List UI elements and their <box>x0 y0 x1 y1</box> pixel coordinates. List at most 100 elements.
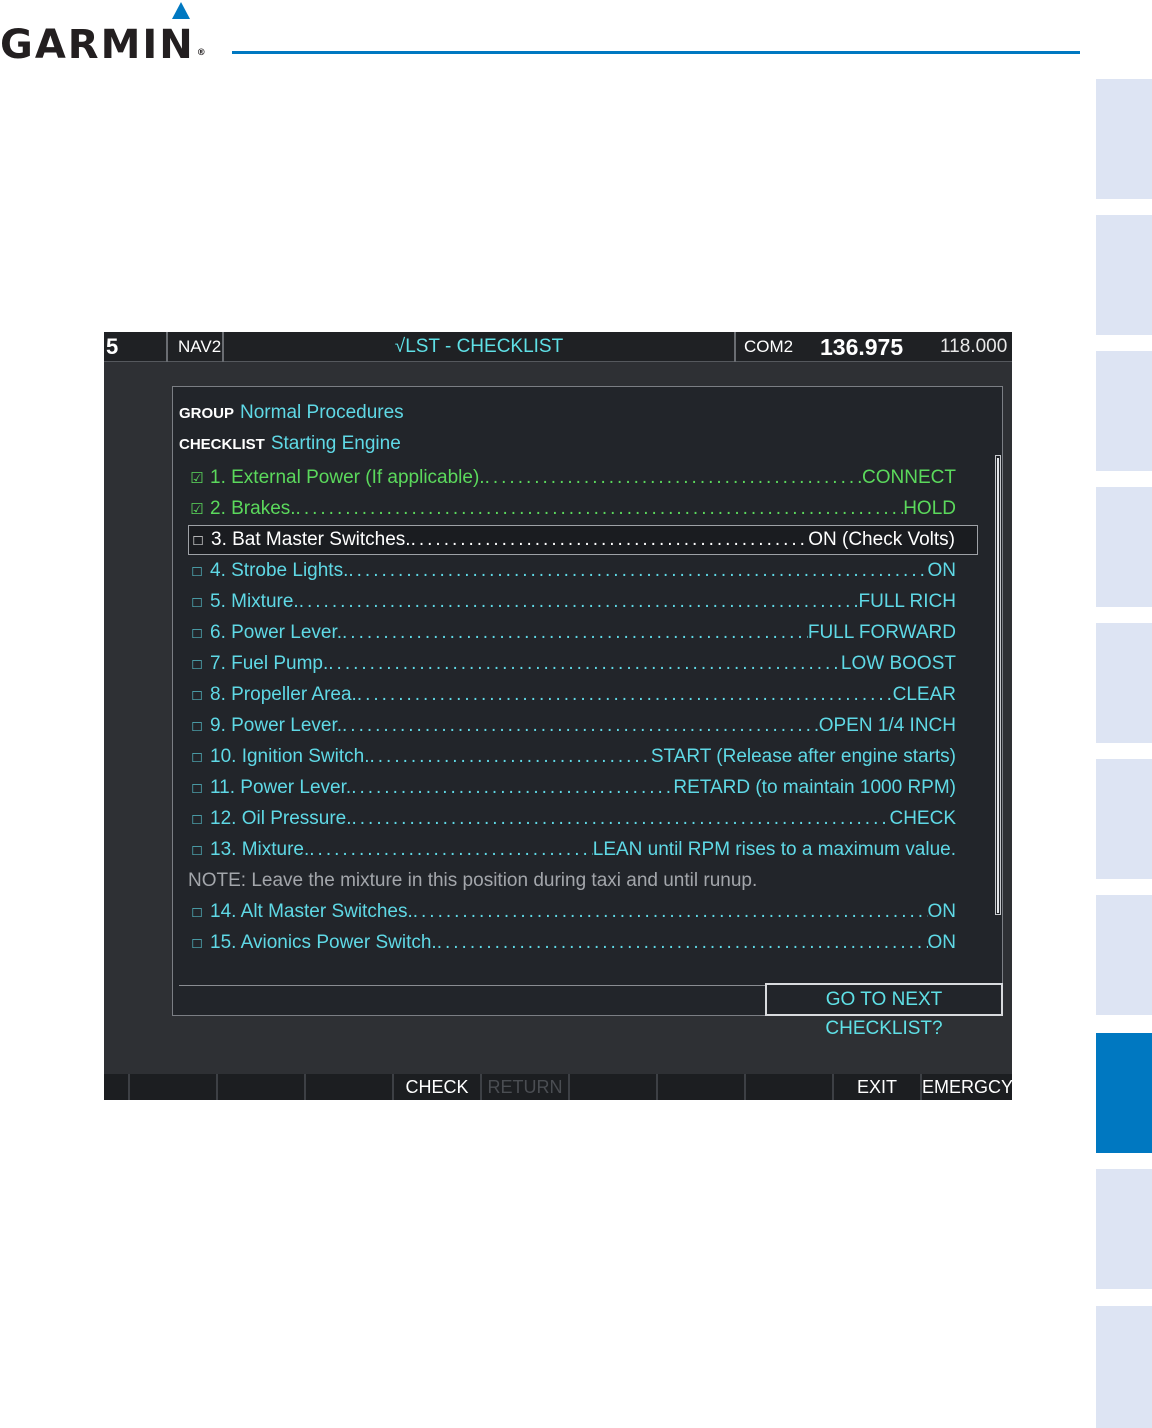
side-tab-2[interactable] <box>1096 215 1152 335</box>
side-tab-9[interactable] <box>1096 1169 1152 1289</box>
checklist-item[interactable]: ☑ 2. Brakes..............................… <box>188 494 978 524</box>
checklist-item-name: 13. Mixture. <box>210 839 310 860</box>
checklist-item-action: CLEAR <box>892 684 956 705</box>
side-tab-6[interactable] <box>1096 759 1152 879</box>
unchecked-box-icon[interactable]: □ <box>188 687 206 704</box>
checklist-item-action: ON (Check Volts) <box>808 529 955 550</box>
unchecked-box-icon[interactable]: □ <box>188 625 206 642</box>
checklist-item[interactable]: □ 10. Ignition Switch....................… <box>188 742 978 772</box>
softkey-8[interactable] <box>656 1074 744 1100</box>
checklist-item-action: FULL FORWARD <box>807 622 956 643</box>
group-row[interactable]: GROUP Normal Procedures <box>179 399 404 427</box>
checklist-value[interactable]: Starting Engine <box>271 433 401 454</box>
com-label: COM2 <box>744 337 794 356</box>
unchecked-box-icon[interactable]: □ <box>188 563 206 580</box>
topbar-divider <box>166 332 168 362</box>
scrollbar-thumb[interactable] <box>997 458 999 913</box>
checklist-item-name: 4. Strobe Lights. <box>210 560 349 581</box>
unchecked-box-icon[interactable]: □ <box>188 594 206 611</box>
checklist-item[interactable]: □ 3. Bat Master Switches.................… <box>188 525 978 555</box>
checked-box-icon[interactable]: ☑ <box>188 500 206 518</box>
checklist-item-name: 3. Bat Master Switches. <box>211 529 411 550</box>
checklist-note: NOTE: Leave the mixture in this position… <box>188 870 758 891</box>
unchecked-box-icon[interactable]: □ <box>188 749 206 766</box>
panel-divider <box>179 985 771 986</box>
unchecked-box-icon[interactable]: □ <box>188 780 206 797</box>
com-active-frequency: 136.975 <box>820 334 904 360</box>
unchecked-box-icon[interactable]: □ <box>188 718 206 735</box>
side-tab-4[interactable] <box>1096 487 1152 607</box>
checklist-item-action: CHECK <box>889 808 956 829</box>
checklist-panel: GROUP Normal Procedures CHECKLIST Starting… <box>172 386 1003 1039</box>
checklist-item-action: CONNECT <box>862 467 956 488</box>
checklist-item-action: RETARD (to maintain 1000 RPM) <box>673 777 956 798</box>
softkey-7[interactable] <box>568 1074 656 1100</box>
checklist-item[interactable]: □ 6. Power Lever.........................… <box>188 618 978 648</box>
leader-dots: ........................................… <box>298 591 859 612</box>
checklist-item[interactable]: □ 9. Power Lever.........................… <box>188 711 978 741</box>
side-tab-8-active[interactable] <box>1096 1033 1152 1153</box>
checklist-item-name: 9. Power Lever. <box>210 715 343 736</box>
side-tab-7[interactable] <box>1096 895 1152 1015</box>
unchecked-box-icon[interactable]: □ <box>188 904 206 921</box>
side-tab-10[interactable] <box>1096 1306 1152 1428</box>
unchecked-box-icon[interactable]: □ <box>188 656 206 673</box>
checklist-item-name: 6. Power Lever. <box>210 622 343 643</box>
checklist-item[interactable]: □ 11. Power Lever........................… <box>188 773 978 803</box>
mfd-top-bar: 5 NAV2 √LST - CHECKLIST COM2 136.975 118… <box>104 332 1012 362</box>
checklist-item[interactable]: □ 4. Strobe Lights.......................… <box>188 556 978 586</box>
check-softkey[interactable]: CHECK <box>392 1074 480 1100</box>
leader-dots: ........................................… <box>342 622 808 643</box>
unchecked-box-icon[interactable]: □ <box>188 935 206 952</box>
exit-softkey[interactable]: EXIT <box>832 1074 920 1100</box>
side-tab-3[interactable] <box>1096 351 1152 471</box>
leader-dots: ........................................… <box>328 653 841 674</box>
checklist-item-action: ON <box>927 901 957 922</box>
softkey-3[interactable] <box>304 1074 392 1100</box>
leader-dots: ........................................… <box>295 498 904 519</box>
softkey-0[interactable] <box>104 1074 128 1100</box>
unchecked-box-icon[interactable]: □ <box>188 842 206 859</box>
softkey-2[interactable] <box>216 1074 304 1100</box>
checklist-item-name: 11. Power Lever. <box>210 777 352 798</box>
topbar-divider <box>734 332 736 362</box>
checklist-item[interactable]: □ 15. Avionics Power Switch..............… <box>188 928 978 958</box>
checklist-item[interactable]: □ 13. Mixture............................… <box>188 835 978 865</box>
checklist-item[interactable]: □ 7. Fuel Pump...........................… <box>188 649 978 679</box>
go-to-next-checklist-button[interactable]: GO TO NEXT CHECKLIST? <box>765 983 1003 1039</box>
emergency-softkey[interactable]: EMERGCY <box>920 1074 1012 1100</box>
unchecked-box-icon[interactable]: □ <box>188 811 206 828</box>
side-tab-1[interactable] <box>1096 79 1152 199</box>
leader-dots: ........................................… <box>484 467 862 488</box>
checklist-item[interactable]: □ 8. Propeller Area......................… <box>188 680 978 710</box>
checklist-item[interactable]: □ 14. Alt Master Switches................… <box>188 897 978 927</box>
group-label: GROUP <box>179 405 235 422</box>
leader-dots: ........................................… <box>410 529 809 550</box>
leader-dots: ........................................… <box>351 777 674 798</box>
softkey-9[interactable] <box>744 1074 832 1100</box>
checklist-item-name: 2. Brakes. <box>210 498 296 519</box>
header-rule <box>232 51 1080 54</box>
leader-dots: ........................................… <box>369 746 651 767</box>
checklist-item-action: LEAN until RPM rises to a maximum value. <box>592 839 956 860</box>
return-softkey[interactable]: RETURN <box>480 1074 568 1100</box>
checklist-item-action: HOLD <box>903 498 956 519</box>
side-tab-5[interactable] <box>1096 623 1152 743</box>
checklist-item-name: 8. Propeller Area. <box>210 684 357 705</box>
unchecked-box-icon[interactable]: □ <box>189 532 207 549</box>
leader-dots: ........................................… <box>356 684 893 705</box>
checklist-item-action: ON <box>927 932 957 953</box>
checked-box-icon[interactable]: ☑ <box>188 469 206 487</box>
mfd-screen: 5 NAV2 √LST - CHECKLIST COM2 136.975 118… <box>104 332 1012 1100</box>
softkey-1[interactable] <box>128 1074 216 1100</box>
checklist-item-name: 10. Ignition Switch. <box>210 746 370 767</box>
checklist-item[interactable]: □ 5. Mixture.............................… <box>188 587 978 617</box>
checklist-item[interactable]: ☑ 1. External Power (If applicable)......… <box>188 463 978 493</box>
group-value[interactable]: Normal Procedures <box>240 402 404 423</box>
checklist-scrollbar[interactable] <box>995 455 1001 915</box>
checklist-item-name: 14. Alt Master Switches. <box>210 901 413 922</box>
checklist-item-name: 12. Oil Pressure. <box>210 808 352 829</box>
checklist-item-action: FULL RICH <box>858 591 956 612</box>
checklist-item[interactable]: □ 12. Oil Pressure.......................… <box>188 804 978 834</box>
checklist-row[interactable]: CHECKLIST Starting Engine <box>179 430 401 458</box>
